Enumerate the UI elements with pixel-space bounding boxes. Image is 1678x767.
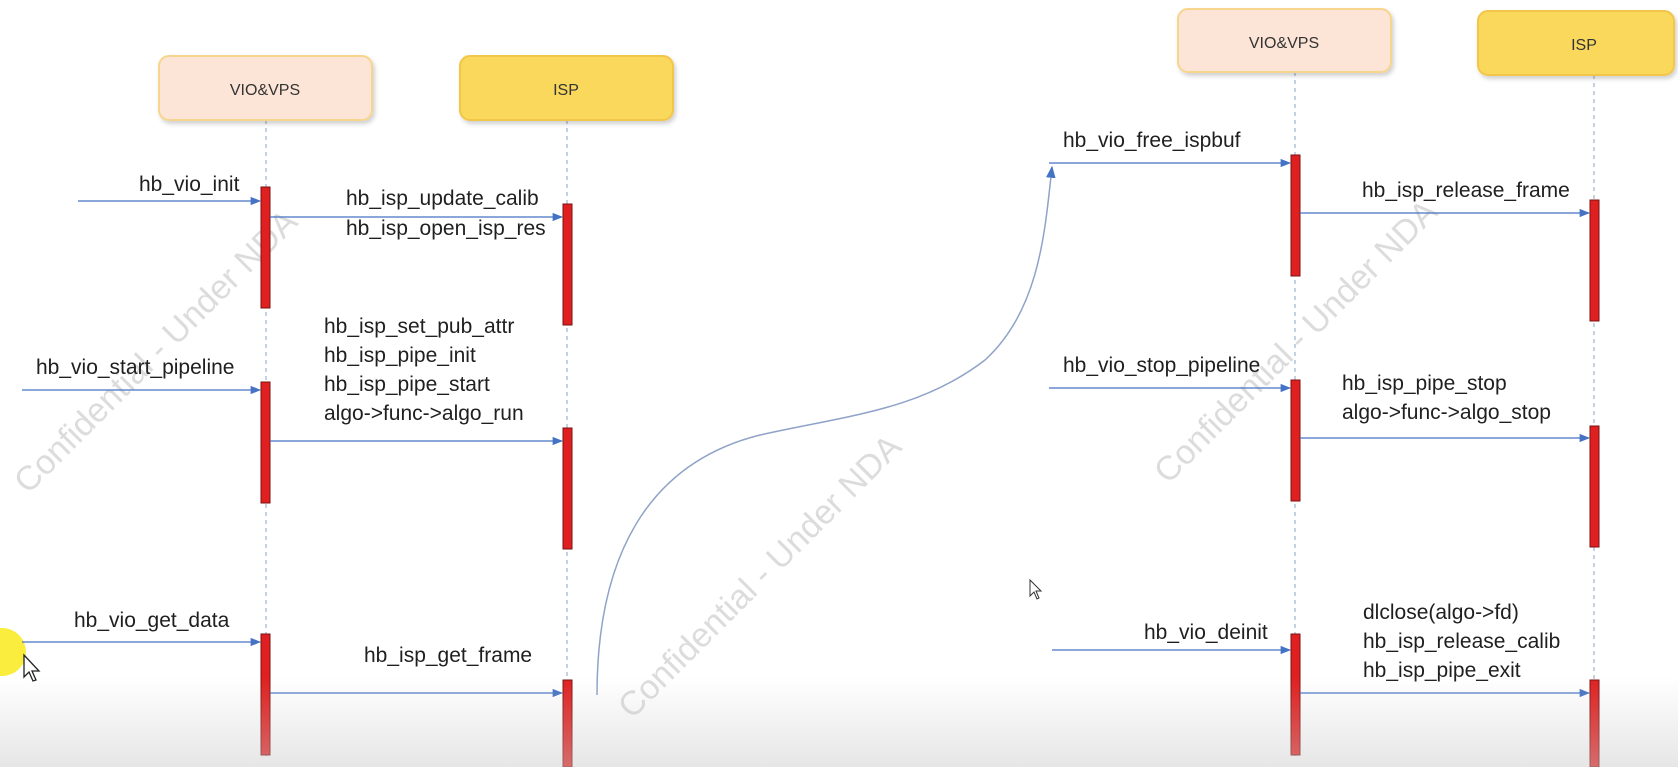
left-isp-activation-2	[562, 427, 573, 550]
mouse-pointer-icon	[1029, 578, 1043, 600]
right-isp-activation-2	[1589, 425, 1600, 548]
right-msg-algo-stop: algo->func->algo_stop	[1342, 401, 1551, 424]
left-msg-open-isp-res: hb_isp_open_isp_res	[346, 217, 546, 240]
right-isp-activation-1	[1589, 199, 1600, 322]
watermark-2: Confidential - Under NDA	[611, 427, 909, 725]
watermarks: Confidential - Under NDA Confidential - …	[7, 192, 1445, 725]
left-msg-start-pipeline: hb_vio_start_pipeline	[36, 356, 234, 379]
right-msg-release-frame: hb_isp_release_frame	[1362, 179, 1570, 202]
right-msg-pipe-exit: hb_isp_pipe_exit	[1363, 659, 1521, 682]
connector-curve	[596, 165, 1056, 696]
left-isp-activation-1	[562, 203, 573, 326]
mouse-pointer-icon	[23, 653, 41, 682]
left-msg-pipe-start: hb_isp_pipe_start	[324, 373, 490, 396]
right-isp-activation-3	[1589, 679, 1600, 767]
sequence-diagrams: Confidential - Under NDA Confidential - …	[7, 8, 1675, 767]
right-vio-label: VIO&VPS	[1249, 35, 1319, 52]
left-isp-label: ISP	[553, 82, 579, 99]
right-vio-activation-1	[1290, 154, 1301, 277]
left-isp-activation-3	[562, 679, 573, 767]
right-msg-deinit: hb_vio_deinit	[1144, 621, 1268, 644]
left-msg-algo-run: algo->func->algo_run	[324, 402, 524, 425]
left-msg-pipe-init: hb_isp_pipe_init	[324, 344, 476, 367]
right-msg-stop-pipeline: hb_vio_stop_pipeline	[1063, 354, 1260, 377]
left-vio-activation-3	[260, 633, 271, 756]
left-msg-set-pub-attr: hb_isp_set_pub_attr	[324, 315, 514, 338]
right-msg-free-ispbuf: hb_vio_free_ispbuf	[1063, 129, 1241, 152]
right-msg-pipe-stop: hb_isp_pipe_stop	[1342, 372, 1507, 395]
left-vio-activation-2	[260, 381, 271, 504]
left-msg-get-data: hb_vio_get_data	[74, 609, 230, 632]
left-msg-init: hb_vio_init	[139, 173, 240, 196]
watermark-1: Confidential - Under NDA	[7, 202, 305, 500]
left-vio-label: VIO&VPS	[230, 82, 300, 99]
right-vio-activation-2	[1290, 379, 1301, 502]
right-msg-release-calib: hb_isp_release_calib	[1363, 630, 1560, 653]
left-msg-update-calib: hb_isp_update_calib	[346, 187, 539, 210]
right-diagram: VIO&VPS ISP hb_vio_free_ispbuf hb_isp_re…	[1049, 8, 1675, 767]
right-msg-dlclose: dlclose(algo->fd)	[1363, 601, 1519, 624]
right-vio-activation-3	[1290, 633, 1301, 756]
left-vio-activation-1	[260, 186, 271, 309]
right-isp-label: ISP	[1571, 37, 1597, 54]
left-msg-get-frame: hb_isp_get_frame	[364, 644, 532, 667]
